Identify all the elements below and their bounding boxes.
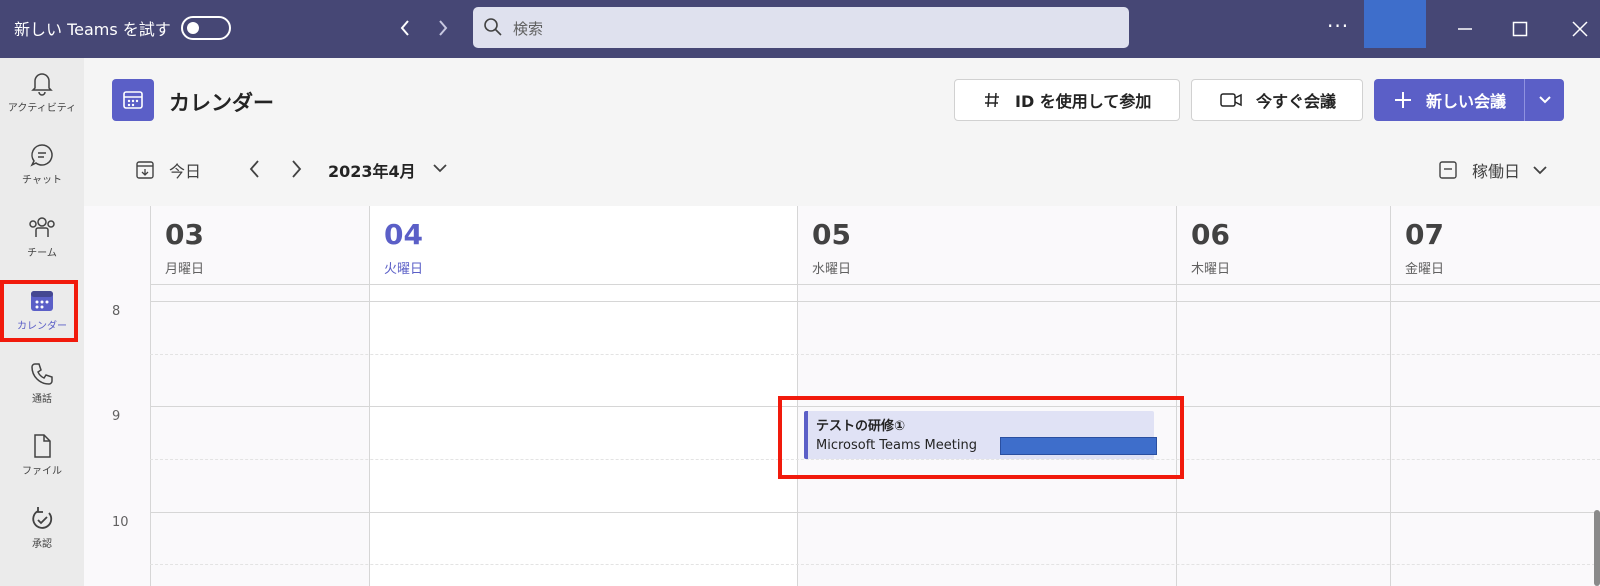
new-teams-label: 新しい Teams を試す <box>14 20 171 39</box>
more-options-icon[interactable]: ··· <box>1327 14 1349 38</box>
today-button[interactable]: 今日 <box>135 158 201 182</box>
highlight-box-calendar <box>0 280 78 342</box>
day-name: 水曜日 <box>812 262 852 277</box>
minimize-icon <box>1458 28 1472 30</box>
meet-now-button[interactable]: 今すぐ会議 <box>1191 79 1363 121</box>
day-header[interactable]: 05 水曜日 <box>798 206 1176 284</box>
day-header[interactable]: 06 木曜日 <box>1177 206 1390 284</box>
rail-item-activity[interactable]: アクティビティ <box>0 58 84 126</box>
title-bar: 新しい Teams を試す 検索 ··· <box>0 0 1600 58</box>
day-number: 07 <box>1405 218 1444 251</box>
row-divider <box>150 284 1600 285</box>
calendar-header: カレンダー ID を使用して参加 今すぐ会議 新しい会議 今日 2023年4月 … <box>84 58 1600 206</box>
hash-icon <box>983 91 1001 109</box>
highlight-box-event <box>778 396 1184 479</box>
rail-item-approvals[interactable]: 承認 <box>0 494 84 562</box>
approvals-icon <box>32 507 53 529</box>
rail-label: チーム <box>27 248 57 259</box>
view-label: 稼働日 <box>1472 162 1521 181</box>
chevron-left-icon <box>400 20 409 36</box>
phone-icon <box>31 363 53 385</box>
new-meeting-button[interactable]: 新しい会議 <box>1374 79 1524 121</box>
day-number: 03 <box>165 218 204 251</box>
half-hour-divider <box>150 354 1600 355</box>
rail-label: アクティビティ <box>7 103 77 114</box>
video-icon <box>1220 92 1242 108</box>
day-header[interactable]: 03 月曜日 <box>151 206 369 284</box>
rail-label: 承認 <box>32 539 52 550</box>
chevron-right-icon <box>439 20 448 36</box>
hour-label: 9 <box>112 409 121 424</box>
hour-label: 10 <box>112 515 129 530</box>
forward-button[interactable] <box>428 13 458 43</box>
chat-icon <box>30 144 53 167</box>
join-with-id-button[interactable]: ID を使用して参加 <box>954 79 1180 121</box>
join-with-id-label: ID を使用して参加 <box>1015 92 1152 111</box>
column-divider <box>369 206 370 586</box>
new-meeting-dropdown-button[interactable] <box>1525 79 1564 121</box>
avatar[interactable] <box>1364 0 1426 48</box>
meet-now-label: 今すぐ会議 <box>1256 92 1337 111</box>
new-teams-toggle[interactable] <box>181 16 231 40</box>
day-name: 木曜日 <box>1191 262 1231 277</box>
rail-item-teams[interactable]: チーム <box>0 203 84 271</box>
maximize-icon <box>1512 21 1528 37</box>
column-divider <box>150 206 151 586</box>
column-divider <box>1390 206 1391 586</box>
close-button[interactable] <box>1565 14 1595 44</box>
minimize-button[interactable] <box>1450 14 1480 44</box>
today-label: 今日 <box>169 162 202 181</box>
calendar-app-icon <box>112 79 154 121</box>
search-icon <box>483 17 503 41</box>
page-title: カレンダー <box>169 91 274 115</box>
day-number: 04 <box>384 218 423 251</box>
hour-label: 8 <box>112 304 121 319</box>
day-number: 05 <box>812 218 851 251</box>
month-picker-label[interactable]: 2023年4月 <box>328 158 416 182</box>
bell-icon <box>31 73 53 96</box>
day-header-today[interactable]: 04 火曜日 <box>370 206 797 284</box>
search-placeholder: 検索 <box>513 20 544 38</box>
day-name: 火曜日 <box>384 262 424 277</box>
day-number: 06 <box>1191 218 1230 251</box>
scrollbar-thumb[interactable] <box>1594 510 1600 586</box>
plus-icon <box>1395 92 1411 108</box>
new-meeting-label: 新しい会議 <box>1426 92 1507 111</box>
rail-label: 通話 <box>32 394 52 405</box>
back-button[interactable] <box>390 13 420 43</box>
chevron-left-icon[interactable] <box>247 158 261 180</box>
toggle-knob <box>187 22 199 34</box>
chevron-right-icon[interactable] <box>290 158 304 180</box>
half-hour-divider <box>150 564 1600 565</box>
search-box[interactable]: 検索 <box>473 7 1129 48</box>
calendar-today-icon <box>136 161 154 179</box>
rail-label: チャット <box>22 175 62 186</box>
maximize-button[interactable] <box>1505 14 1535 44</box>
day-name: 月曜日 <box>165 262 205 277</box>
rail-item-calls[interactable]: 通話 <box>0 349 84 417</box>
day-name: 金曜日 <box>1405 262 1445 277</box>
row-divider <box>150 512 1600 513</box>
chevron-down-icon <box>1538 96 1551 104</box>
chevron-down-icon <box>1533 166 1547 175</box>
row-divider <box>150 301 1600 302</box>
new-meeting-button-group: 新しい会議 <box>1374 79 1564 121</box>
rail-item-files[interactable]: ファイル <box>0 421 84 489</box>
close-icon <box>1572 21 1588 37</box>
rail-label: ファイル <box>22 466 62 477</box>
rail-item-chat[interactable]: チャット <box>0 130 84 198</box>
view-switcher[interactable]: 稼働日 <box>1438 158 1548 182</box>
day-header[interactable]: 07 金曜日 <box>1391 206 1600 284</box>
chevron-down-icon[interactable] <box>432 162 448 174</box>
view-icon <box>1439 161 1457 179</box>
teams-icon <box>29 217 55 237</box>
file-icon <box>34 434 51 458</box>
